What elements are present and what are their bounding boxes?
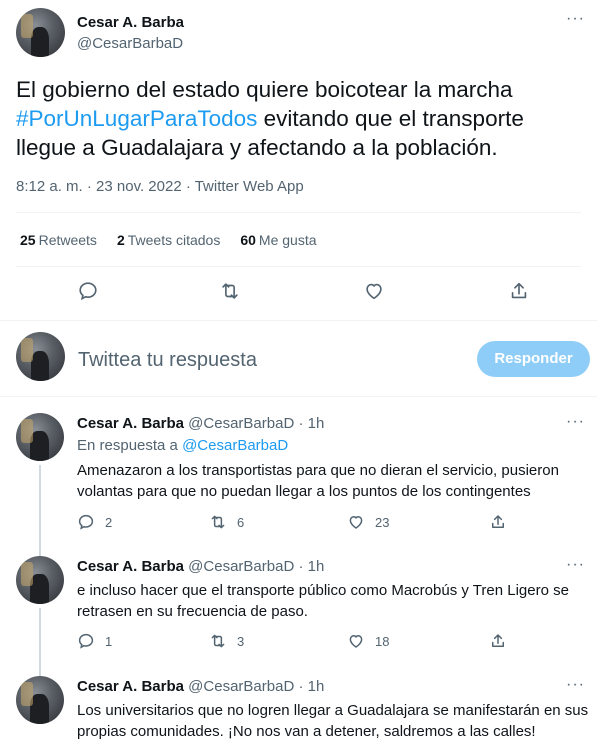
like-action[interactable]: 23: [347, 513, 389, 531]
likes-count: 60: [240, 232, 256, 248]
in-reply-to: En respuesta a @CesarBarbaD: [77, 437, 288, 454]
reply-actions: 2 6 23: [77, 513, 517, 533]
share-action[interactable]: [489, 513, 507, 531]
divider: [0, 320, 597, 321]
reply-time[interactable]: · 1h: [298, 558, 324, 575]
reply-action[interactable]: 1: [77, 632, 112, 650]
reply-header: Cesar A. Barba @CesarBarbaD · 1h: [77, 678, 324, 695]
tweet-timestamp[interactable]: 8:12 a. m. · 23 nov. 2022 · Twitter Web …: [16, 178, 304, 195]
reply-header: Cesar A. Barba @CesarBarbaD · 1h: [77, 415, 324, 432]
divider: [0, 396, 597, 397]
thread-line: [39, 608, 41, 680]
retweet-icon[interactable]: [219, 280, 241, 302]
reply-icon: [78, 514, 94, 530]
avatar[interactable]: [16, 676, 64, 724]
reply-tweet[interactable]: Cesar A. Barba @CesarBarbaD · 1h ··· En …: [0, 413, 597, 557]
reply-time[interactable]: · 1h: [298, 415, 324, 432]
reply-tweet[interactable]: Cesar A. Barba @CesarBarbaD · 1h ··· e i…: [0, 556, 597, 680]
share-icon: [492, 634, 504, 647]
tweet-text-part: El gobierno del estado quiere boicotear …: [16, 77, 513, 102]
retweet-icon: [211, 634, 225, 648]
more-options-icon[interactable]: ···: [566, 10, 585, 28]
retweets-stat[interactable]: 25 Retweets: [20, 232, 97, 248]
like-icon[interactable]: [363, 280, 385, 302]
divider: [16, 212, 581, 213]
reply-button[interactable]: Responder: [477, 341, 590, 377]
author-handle[interactable]: @CesarBarbaD: [77, 35, 183, 52]
like-icon: [349, 516, 363, 529]
author-name[interactable]: Cesar A. Barba: [77, 678, 184, 695]
like-icon: [349, 635, 363, 648]
retweet-count: 3: [237, 633, 245, 649]
author-handle[interactable]: @CesarBarbaD: [188, 678, 294, 695]
like-count: 23: [375, 514, 390, 530]
tweet-text: El gobierno del estado quiere boicotear …: [16, 75, 581, 162]
reply-time[interactable]: · 1h: [298, 678, 324, 695]
reply-icon[interactable]: [77, 280, 99, 302]
in-reply-handle-link[interactable]: @CesarBarbaD: [182, 437, 288, 454]
author-name[interactable]: Cesar A. Barba: [77, 415, 184, 432]
more-options-icon[interactable]: ···: [566, 413, 585, 431]
quotes-label: Tweets citados: [127, 232, 221, 248]
thread-line: [39, 465, 41, 557]
quotes-stat[interactable]: 2 Tweets citados: [117, 232, 220, 248]
reply-text: e incluso hacer que el transporte públic…: [77, 582, 569, 620]
reply-text: Los universitarios que no logren llegar …: [77, 702, 589, 739]
reply-header: Cesar A. Barba @CesarBarbaD · 1h: [77, 558, 324, 575]
share-action[interactable]: [489, 632, 507, 650]
reply-count: 1: [105, 633, 113, 649]
share-icon: [492, 515, 504, 528]
retweet-action[interactable]: 6: [209, 513, 244, 531]
hashtag-link[interactable]: #PorUnLugarParaTodos: [16, 106, 257, 131]
likes-label: Me gusta: [258, 232, 317, 248]
like-count: 18: [375, 633, 390, 649]
tweet-stats: 25 Retweets 2 Tweets citados 60 Me gusta: [20, 232, 317, 248]
tweet-actions: [0, 280, 597, 304]
author-handle[interactable]: @CesarBarbaD: [188, 558, 294, 575]
avatar[interactable]: [16, 556, 64, 604]
reply-actions: 1 3 18: [77, 632, 517, 652]
reply-input[interactable]: Twittea tu respuesta: [78, 349, 257, 372]
retweet-icon: [211, 515, 225, 529]
reply-action[interactable]: 2: [77, 513, 112, 531]
reply-text: Amenazaron a los transportistas para que…: [77, 462, 559, 500]
author-name[interactable]: Cesar A. Barba: [77, 14, 184, 31]
more-options-icon[interactable]: ···: [566, 556, 585, 574]
reply-icon: [78, 633, 94, 649]
retweets-count: 25: [20, 232, 36, 248]
author-handle[interactable]: @CesarBarbaD: [188, 415, 294, 432]
author-name[interactable]: Cesar A. Barba: [77, 558, 184, 575]
in-reply-label: En respuesta a: [77, 437, 183, 454]
divider: [16, 266, 581, 267]
retweet-count: 6: [237, 514, 245, 530]
reply-count: 2: [105, 514, 113, 530]
like-action[interactable]: 18: [347, 632, 389, 650]
retweets-label: Retweets: [38, 232, 97, 248]
avatar[interactable]: [16, 413, 64, 461]
retweet-action[interactable]: 3: [209, 632, 244, 650]
share-icon[interactable]: [508, 280, 530, 302]
avatar[interactable]: [16, 8, 65, 57]
avatar: [16, 332, 65, 381]
likes-stat[interactable]: 60 Me gusta: [240, 232, 316, 248]
quotes-count: 2: [116, 232, 125, 248]
reply-tweet[interactable]: Cesar A. Barba @CesarBarbaD · 1h ··· Los…: [0, 676, 597, 739]
more-options-icon[interactable]: ···: [566, 676, 585, 694]
